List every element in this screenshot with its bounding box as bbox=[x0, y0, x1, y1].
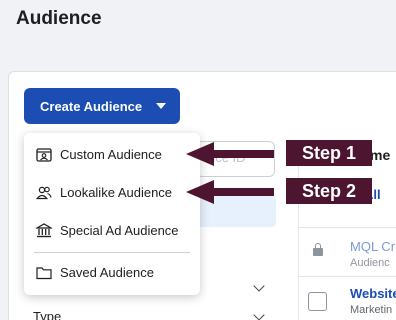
create-audience-label: Create Audience bbox=[40, 98, 143, 114]
audience-type-text: Audienc bbox=[350, 257, 390, 269]
menu-item-lookalike-audience[interactable]: Lookalike Audience bbox=[24, 174, 200, 210]
step2-label: Step 2 bbox=[286, 178, 372, 204]
menu-item-label: Lookalike Audience bbox=[60, 184, 173, 200]
lookalike-people-icon bbox=[36, 186, 52, 200]
menu-item-custom-audience[interactable]: Custom Audience bbox=[24, 136, 200, 172]
menu-item-label: Custom Audience bbox=[60, 146, 162, 162]
caret-down-icon bbox=[156, 103, 166, 109]
row-divider bbox=[298, 276, 396, 277]
step1-arrow-icon bbox=[186, 142, 274, 166]
folder-icon bbox=[36, 267, 52, 280]
menu-item-label: Special Ad Audience bbox=[60, 222, 179, 238]
bank-building-icon bbox=[36, 223, 52, 238]
menu-item-saved-audience[interactable]: Saved Audience bbox=[24, 254, 200, 290]
audience-type-text: Marketin bbox=[350, 304, 393, 316]
audience-name-link[interactable]: MQL Cr bbox=[350, 239, 395, 254]
column-divider bbox=[298, 140, 299, 320]
step1-label: Step 1 bbox=[286, 140, 372, 166]
audience-name-link[interactable]: Website bbox=[350, 286, 396, 301]
row-checkbox[interactable] bbox=[308, 292, 327, 311]
lock-icon bbox=[313, 243, 323, 256]
menu-item-label: Saved Audience bbox=[60, 264, 154, 280]
step2-arrow-icon bbox=[186, 180, 274, 204]
name-column-header[interactable]: me bbox=[370, 147, 390, 163]
menu-item-special-ad-audience[interactable]: Special Ad Audience bbox=[24, 212, 200, 248]
menu-divider bbox=[34, 252, 190, 253]
create-audience-button[interactable]: Create Audience bbox=[24, 88, 180, 124]
page-title: Audience bbox=[16, 8, 102, 29]
type-filter-label[interactable]: Type bbox=[33, 309, 61, 320]
row-divider bbox=[298, 227, 396, 228]
custom-audience-icon bbox=[36, 148, 52, 162]
create-audience-dropdown: Custom Audience Lookalike Audience Speci… bbox=[24, 133, 200, 295]
